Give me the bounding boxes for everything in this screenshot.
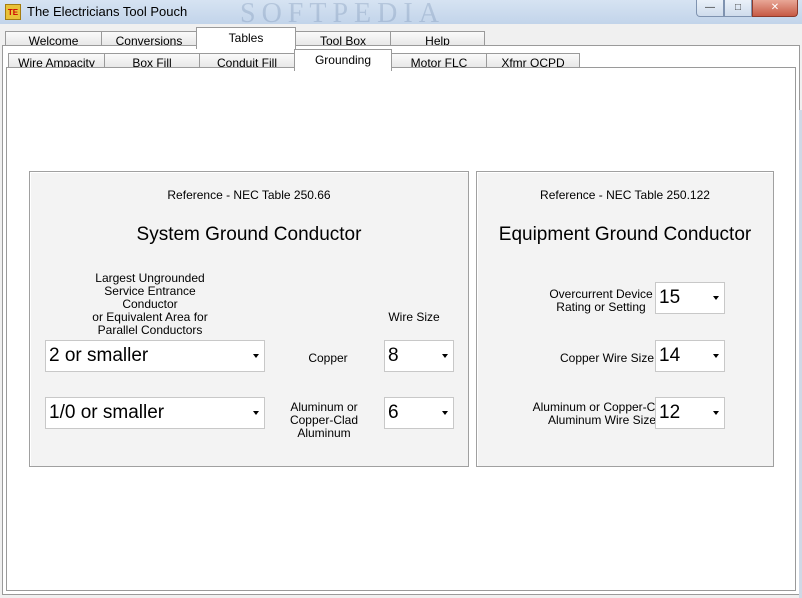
maximize-icon: □ — [734, 2, 742, 13]
aluminum-service-value: 1/0 or smaller — [49, 402, 165, 423]
window-controls: — □ ✕ — [696, 0, 798, 17]
equipment-copper-dropdown[interactable]: 14 — [655, 340, 725, 372]
system-ground-reference: Reference - NEC Table 250.66 — [167, 188, 331, 202]
maximize-button[interactable]: □ — [724, 0, 752, 17]
tab-tables[interactable]: Tables — [196, 27, 296, 49]
window-title: The Electricians Tool Pouch — [27, 4, 188, 19]
equipment-ground-title: Equipment Ground Conductor — [498, 224, 752, 245]
aluminum-wire-size-dropdown[interactable]: 6 — [384, 397, 454, 429]
wire-size-label: Wire Size — [388, 310, 440, 324]
minimize-button[interactable]: — — [696, 0, 724, 17]
close-icon: ✕ — [770, 2, 780, 13]
client-area: Welcome Conversions Tables Tool Box Help… — [0, 24, 802, 598]
chevron-down-icon — [442, 411, 448, 415]
chevron-down-icon — [713, 354, 719, 358]
aluminum-label: Aluminum or Copper-Clad Aluminum — [289, 400, 359, 440]
equipment-ground-group: Reference - NEC Table 250.122 Equipment … — [476, 171, 774, 467]
app-icon: TE — [5, 4, 21, 20]
equipment-aluminum-dropdown[interactable]: 12 — [655, 397, 725, 429]
chevron-down-icon — [713, 411, 719, 415]
minimize-icon: — — [705, 2, 715, 13]
chevron-down-icon — [442, 354, 448, 358]
copper-service-value: 2 or smaller — [49, 345, 149, 366]
aluminum-wire-size-value: 6 — [388, 402, 399, 423]
copper-label: Copper — [308, 351, 348, 365]
ocpd-value: 15 — [659, 287, 681, 308]
title-bar: TE The Electricians Tool Pouch SOFTPEDIA… — [0, 0, 802, 29]
copper-wire-size-value: 8 — [388, 345, 399, 366]
ocpd-dropdown[interactable]: 15 — [655, 282, 725, 314]
system-ground-title: System Ground Conductor — [136, 224, 362, 245]
service-conductor-label: Largest Ungrounded Service Entrance Cond… — [92, 271, 208, 337]
chevron-down-icon — [253, 411, 259, 415]
close-button[interactable]: ✕ — [752, 0, 798, 17]
system-ground-group: Reference - NEC Table 250.66 System Grou… — [29, 171, 469, 467]
copper-service-dropdown[interactable]: 2 or smaller — [45, 340, 265, 372]
tab-grounding[interactable]: Grounding — [294, 49, 392, 71]
copper-wire-size-label: Copper Wire Size — [559, 351, 655, 365]
aluminum-service-dropdown[interactable]: 1/0 or smaller — [45, 397, 265, 429]
ocpd-label: Overcurrent Device Rating or Setting — [549, 287, 653, 314]
equipment-copper-value: 14 — [659, 345, 681, 366]
chevron-down-icon — [713, 296, 719, 300]
equipment-aluminum-value: 12 — [659, 402, 681, 423]
equipment-ground-reference: Reference - NEC Table 250.122 — [540, 188, 710, 202]
copper-wire-size-dropdown[interactable]: 8 — [384, 340, 454, 372]
chevron-down-icon — [253, 354, 259, 358]
